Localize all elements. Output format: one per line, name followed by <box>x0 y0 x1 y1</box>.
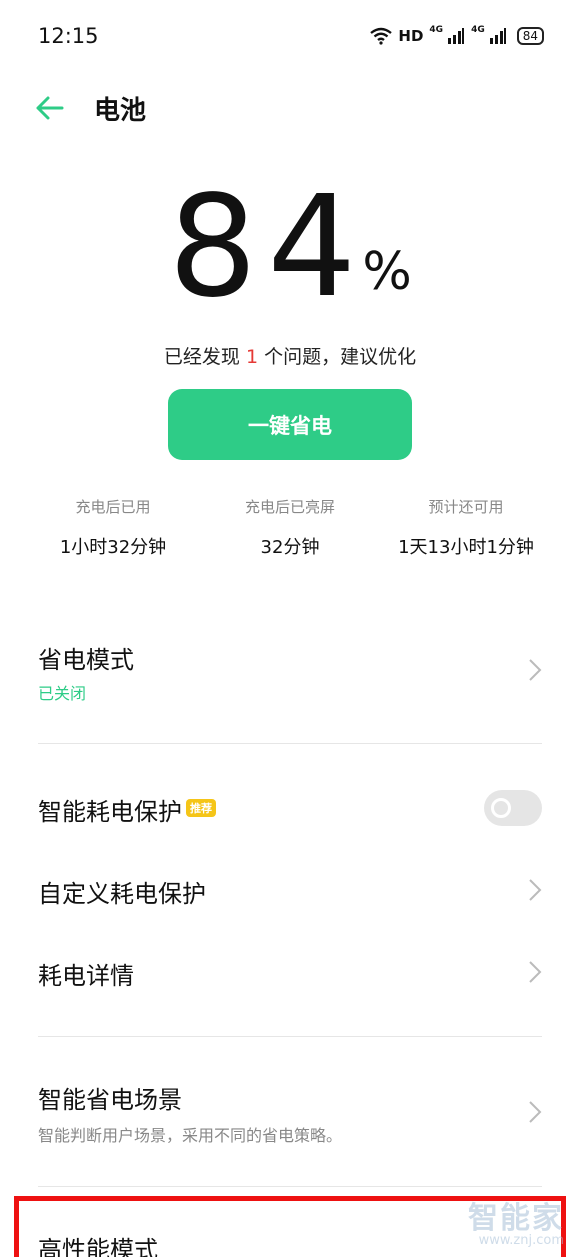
issue-summary: 已经发现 1 个问题，建议优化 <box>0 342 580 369</box>
chevron-right-icon <box>529 879 542 901</box>
row-title: 省电模式 <box>38 646 134 674</box>
row-title: 自定义耗电保护 <box>38 880 206 908</box>
stat-since-charge: 充电后已用 1小时32分钟 <box>13 496 213 559</box>
divider <box>38 1186 542 1187</box>
hd-indicator: HD <box>398 27 424 45</box>
status-bar: 12:15 HD 4G 4G 84 <box>0 0 580 72</box>
row-subtitle: 智能判断用户场景，采用不同的省电策略。 <box>38 1126 343 1145</box>
battery-indicator: 84 <box>516 27 544 45</box>
divider <box>38 1036 542 1037</box>
row-title: 智能省电场景 <box>38 1086 182 1114</box>
row-title-text: 智能耗电保护 <box>38 798 182 826</box>
stat-value: 1天13小时1分钟 <box>398 537 534 558</box>
signal-icon <box>489 28 506 44</box>
chevron-right-icon <box>529 659 542 681</box>
chevron-right-icon <box>529 1101 542 1123</box>
network-type-2: 4G <box>471 25 485 35</box>
battery-percentage: 84% <box>0 178 580 318</box>
watermark-main: 智能家 <box>468 1201 564 1236</box>
stat-value: 1小时32分钟 <box>59 537 167 558</box>
status-time: 12:15 <box>38 24 99 48</box>
issue-suffix: 个问题，建议优化 <box>258 346 417 368</box>
divider <box>38 743 542 744</box>
recommend-badge: 推荐 <box>186 799 216 817</box>
power-saving-status: 已关闭 <box>38 684 87 703</box>
stat-label: 充电后已用 <box>75 498 151 516</box>
stat-remaining: 预计还可用 1天13小时1分钟 <box>366 496 566 559</box>
arrow-left-icon <box>36 96 64 120</box>
stat-screen-on: 充电后已亮屏 32分钟 <box>190 496 390 559</box>
status-icons: HD 4G 4G 84 <box>370 24 544 48</box>
toggle-knob <box>491 798 511 818</box>
issue-count: 1 <box>245 346 259 368</box>
usage-stats: 充电后已用 1小时32分钟 充电后已亮屏 32分钟 预计还可用 1天13小时1分… <box>0 496 580 576</box>
watermark: 智能家 www.znj.com <box>468 1193 564 1248</box>
back-button[interactable] <box>32 90 68 126</box>
chevron-right-icon <box>529 961 542 983</box>
stat-label: 充电后已亮屏 <box>244 498 335 516</box>
page-header: 电池 <box>0 76 580 140</box>
custom-protection-row[interactable]: 自定义耗电保护 <box>0 862 580 922</box>
stat-label: 预计还可用 <box>428 498 504 516</box>
page-title: 电池 <box>94 96 147 126</box>
stat-value: 32分钟 <box>260 537 320 558</box>
issue-prefix: 已经发现 <box>163 346 246 368</box>
battery-percent-value: 84 <box>168 166 367 329</box>
watermark-sub: www.znj.com <box>478 1233 564 1248</box>
smart-protection-toggle[interactable] <box>484 790 542 826</box>
optimize-button[interactable]: 一键省电 <box>168 389 412 460</box>
consumption-details-row[interactable]: 耗电详情 <box>0 944 580 1004</box>
battery-percent-sign: % <box>362 242 412 302</box>
row-title: 智能耗电保护 推荐 <box>38 792 216 827</box>
row-title: 耗电详情 <box>38 962 134 990</box>
smart-scene-row[interactable]: 智能省电场景 智能判断用户场景，采用不同的省电策略。 <box>0 1072 580 1162</box>
power-saving-mode-row[interactable]: 省电模式 已关闭 <box>0 630 580 730</box>
signal-icon <box>448 28 465 44</box>
network-type-1: 4G <box>429 25 444 35</box>
wifi-icon <box>370 27 393 45</box>
